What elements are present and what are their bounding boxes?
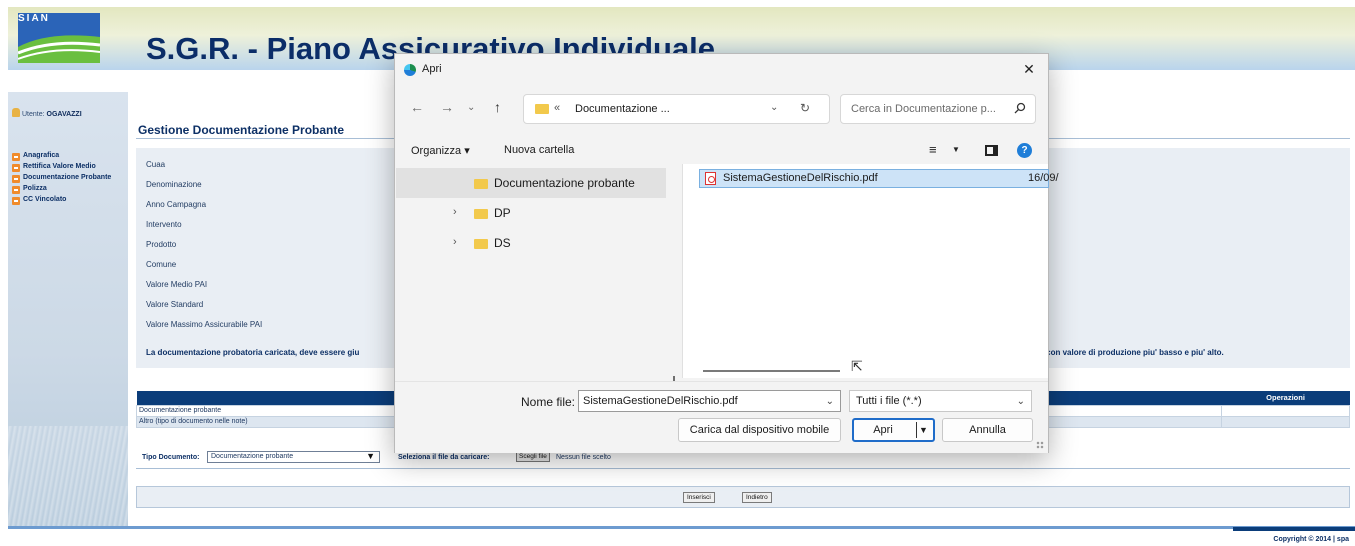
close-icon[interactable]: ✕ — [1020, 60, 1038, 78]
arrow-up-icon[interactable]: ↑ — [494, 99, 501, 115]
dialog-title: Apri — [422, 63, 442, 75]
recent-chevron-icon[interactable]: ⌄ — [467, 102, 475, 113]
folder-icon — [535, 104, 549, 114]
dialog-navbar: ← → ⌄ ↑ « Documentazione ... ⌄ ↻ Cerca i… — [395, 90, 1048, 126]
help-icon[interactable]: ? — [1017, 143, 1032, 158]
chevron-down-icon[interactable]: ⌄ — [826, 392, 834, 412]
tree-item-documentazione-probante[interactable]: Documentazione probante — [396, 168, 666, 198]
folder-icon — [474, 209, 488, 219]
dialog-titlebar[interactable]: Apri ✕ — [395, 54, 1048, 86]
chevron-down-icon[interactable]: ▼ — [919, 420, 928, 440]
view-options-icon[interactable]: ≡ — [929, 142, 937, 157]
filetype-value: Tutti i file (*.*) — [856, 395, 922, 407]
tree-item-dp[interactable]: › DP — [396, 198, 666, 228]
tree-item-ds[interactable]: › DS — [396, 228, 666, 258]
open-file-dialog: Apri ✕ ← → ⌄ ↑ « Documentazione ... ⌄ ↻ … — [394, 53, 1059, 453]
open-button[interactable]: Apri ▼ — [852, 418, 935, 442]
dialog-footer: Nome file: SistemaGestioneDelRischio.pdf… — [395, 381, 1048, 453]
resize-grip-icon[interactable] — [1036, 441, 1044, 449]
new-folder-button[interactable]: Nuova cartella — [504, 144, 574, 156]
search-icon — [1014, 102, 1026, 114]
filename-input[interactable]: SistemaGestioneDelRischio.pdf ⌄ — [578, 390, 841, 412]
search-placeholder: Cerca in Documentazione p... — [851, 103, 996, 115]
chevron-right-icon[interactable]: › — [453, 206, 457, 218]
upload-from-mobile-button[interactable]: Carica dal dispositivo mobile — [678, 418, 841, 442]
file-item[interactable]: SistemaGestioneDelRischio.pdf 16/09/ — [699, 169, 1059, 188]
page: SIAN S.G.R. - Piano Assicurativo Individ… — [0, 0, 1355, 546]
cancel-button[interactable]: Annulla — [942, 418, 1033, 442]
edge-icon — [404, 64, 416, 76]
filename-label: Nome file: — [521, 395, 576, 409]
file-name: SistemaGestioneDelRischio.pdf — [723, 172, 878, 184]
organize-menu[interactable]: Organizza ▾ — [411, 144, 470, 157]
refresh-icon[interactable]: ↻ — [800, 101, 810, 115]
breadcrumb-overflow[interactable]: « — [554, 102, 560, 114]
file-list: SistemaGestioneDelRischio.pdf 16/09/ ⇱ — [682, 164, 1059, 378]
folder-tree: Documentazione probante › DP › DS — [396, 164, 678, 393]
folder-icon — [474, 239, 488, 249]
filetype-select[interactable]: Tutti i file (*.*) ⌄ — [849, 390, 1032, 412]
chevron-down-icon[interactable]: ▼ — [952, 145, 960, 154]
address-bar[interactable]: « Documentazione ... ⌄ ↻ — [523, 94, 830, 124]
pdf-file-icon — [705, 172, 716, 185]
filename-value: SistemaGestioneDelRischio.pdf — [583, 395, 738, 407]
chevron-right-icon[interactable]: › — [453, 236, 457, 248]
mouse-cursor-icon: ⇱ — [851, 358, 863, 374]
arrow-right-icon[interactable]: → — [440, 99, 454, 115]
preview-pane-icon[interactable] — [985, 145, 998, 156]
dialog-toolbar: Organizza ▾ Nuova cartella ≡ ▼ ? — [395, 136, 1048, 162]
search-input[interactable]: Cerca in Documentazione p... — [840, 94, 1036, 124]
open-button-label: Apri — [873, 424, 893, 436]
arrow-left-icon[interactable]: ← — [410, 99, 424, 115]
horizontal-scrollbar[interactable] — [703, 370, 840, 372]
folder-icon — [474, 179, 488, 189]
chevron-down-icon: ⌄ — [1016, 396, 1025, 407]
chevron-down-icon[interactable]: ⌄ — [770, 102, 778, 113]
file-date: 16/09/ — [1028, 172, 1059, 184]
address-text: Documentazione ... — [575, 103, 670, 115]
split-divider — [916, 422, 917, 438]
